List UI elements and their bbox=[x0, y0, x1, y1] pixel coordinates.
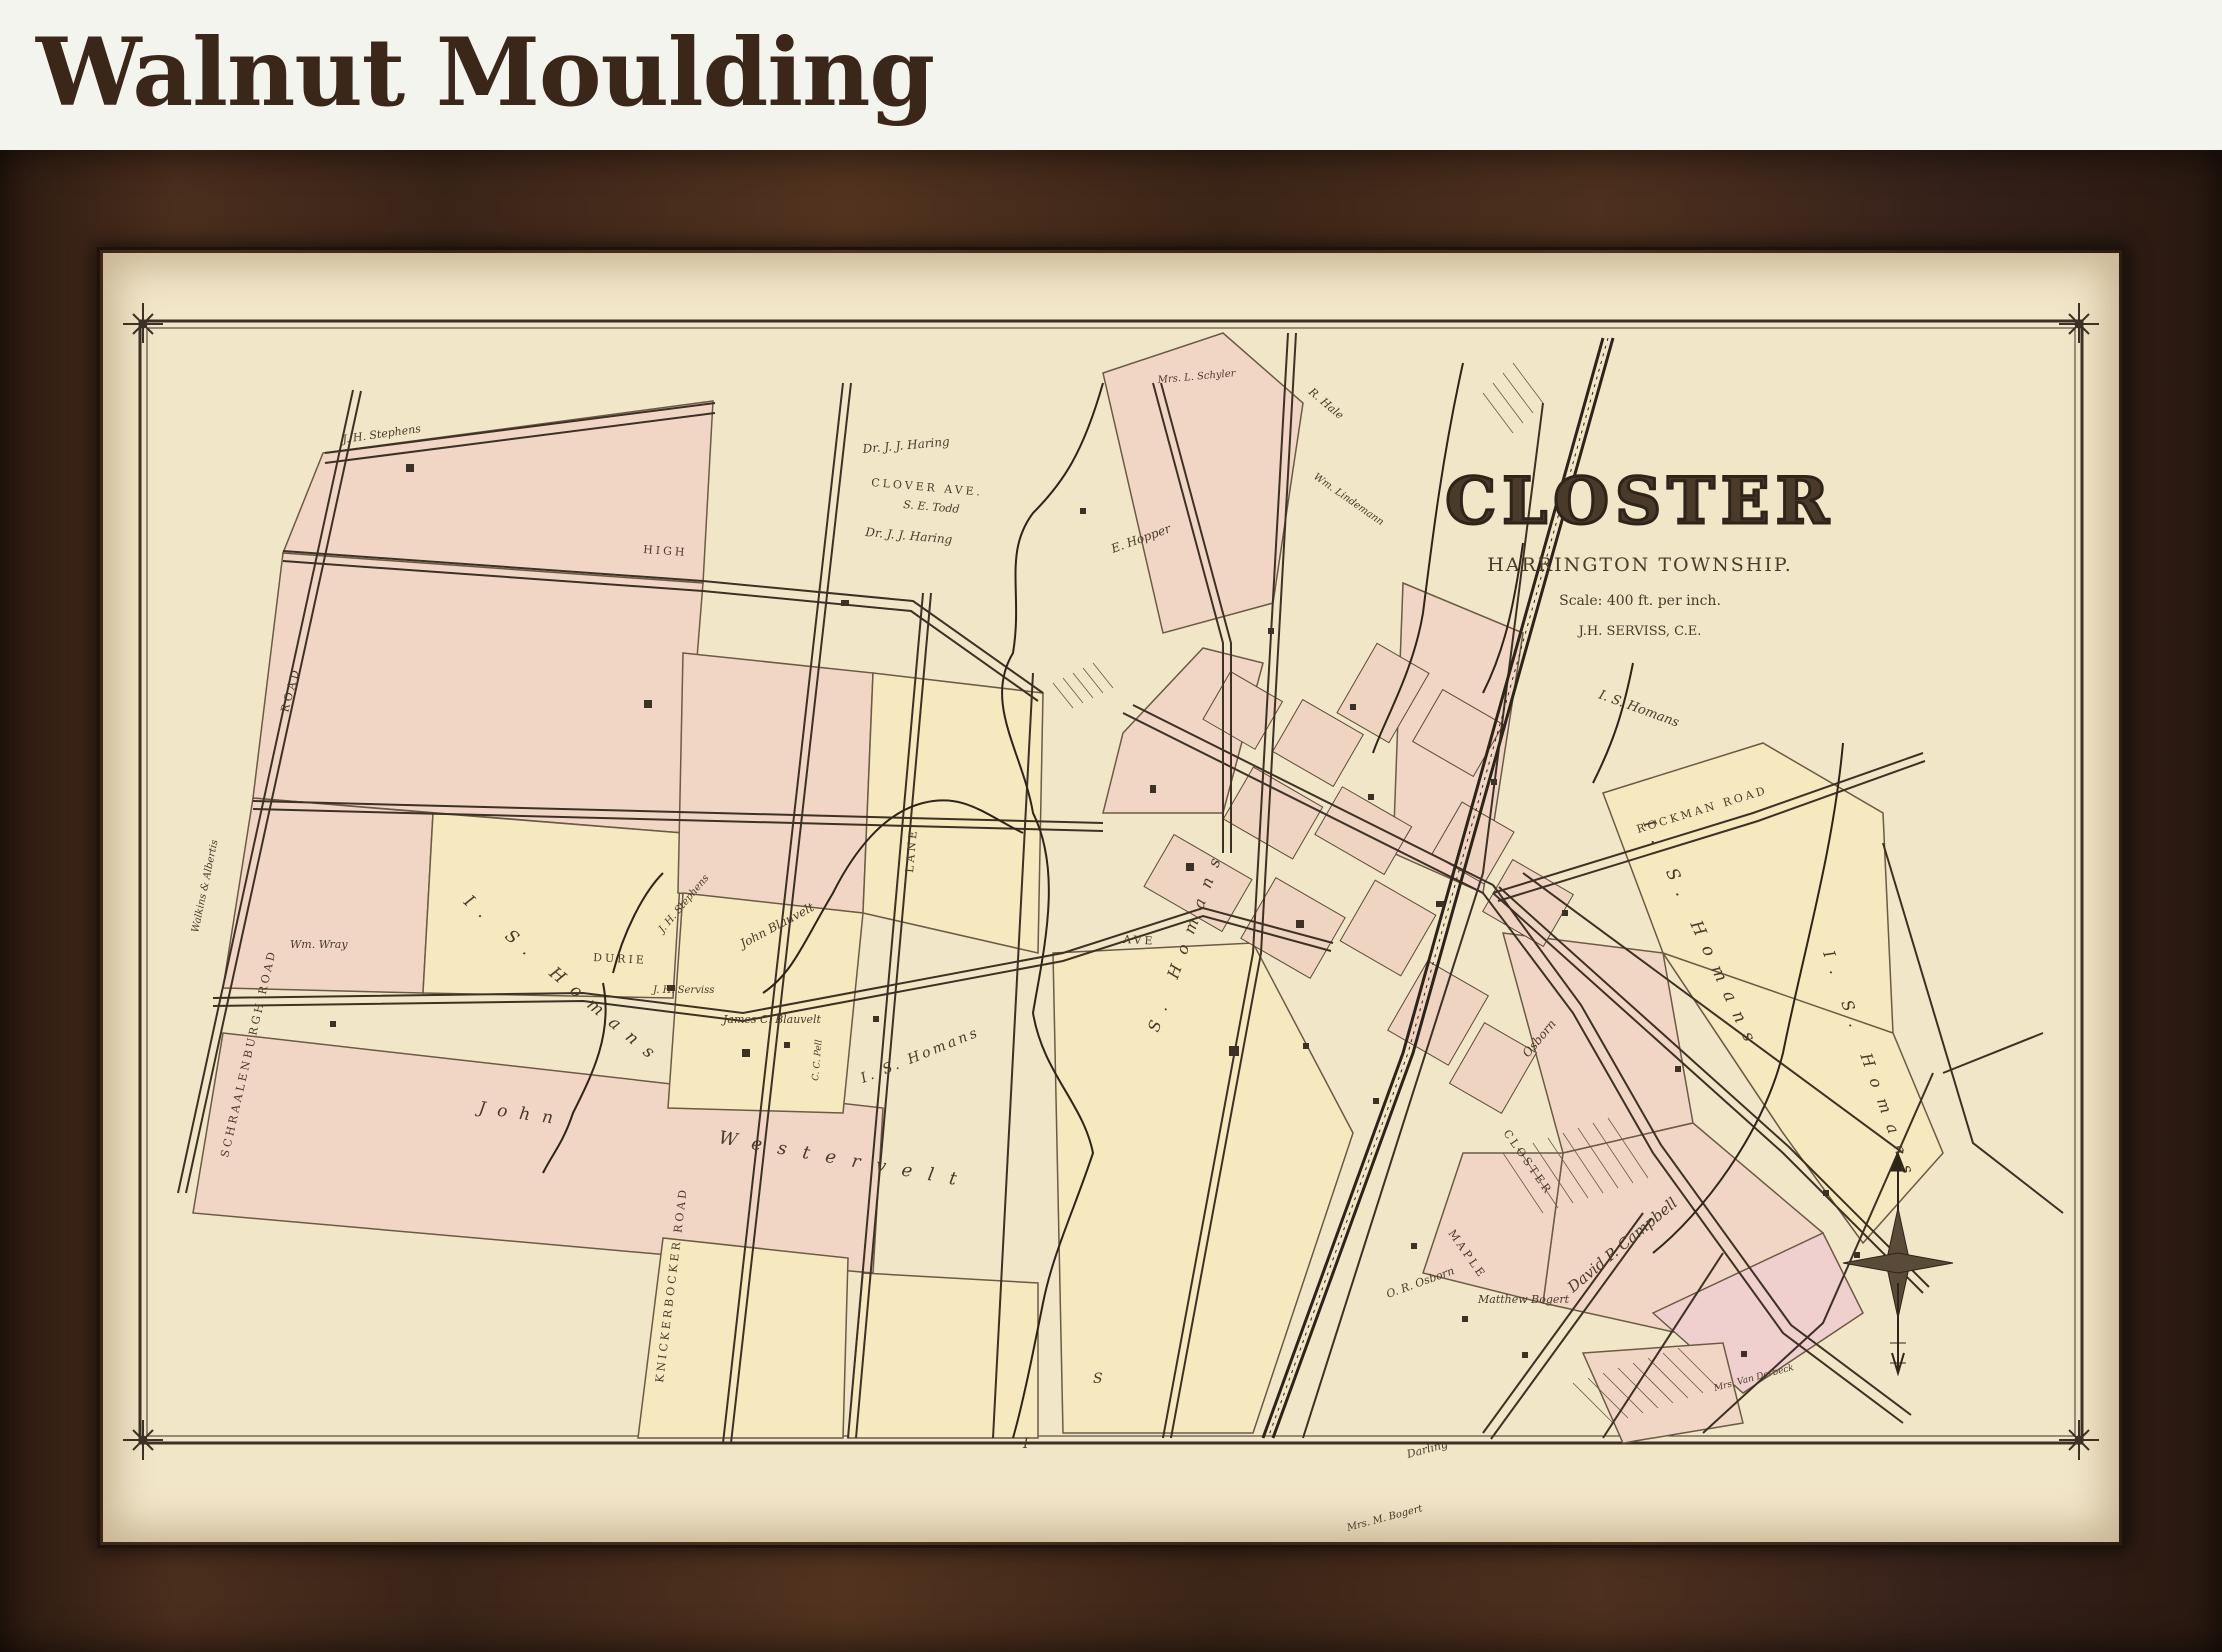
owner-label: Wm. Lindemann bbox=[1311, 471, 1385, 528]
owner-label: Walkins & Albertis bbox=[190, 839, 220, 934]
owner-label: J. H. Serviss bbox=[651, 985, 714, 996]
map-subtitle: HARRINGTON TOWNSHIP. bbox=[1487, 554, 1793, 576]
owner-label: Darling bbox=[1404, 1438, 1449, 1462]
map-author: J.H. SERVISS, C.E. bbox=[1577, 624, 1702, 639]
walnut-frame: CLOSTER HARRINGTON TOWNSHIP. Scale: 400 … bbox=[0, 150, 2222, 1652]
page-header: Walnut Moulding bbox=[0, 0, 2222, 150]
road-label-ave: AVE bbox=[1122, 933, 1156, 948]
owner-label: S bbox=[1093, 1371, 1103, 1387]
closter-map: CLOSTER HARRINGTON TOWNSHIP. Scale: 400 … bbox=[123, 303, 2099, 1534]
road-label-clover-ave: CLOVER AVE. bbox=[871, 476, 984, 499]
owner-label: R. Hale bbox=[1305, 385, 1346, 423]
owner-label: Dr. J. J. Haring bbox=[861, 434, 950, 456]
map-title: CLOSTER bbox=[1445, 464, 1835, 539]
map-scale: Scale: 400 ft. per inch. bbox=[1559, 593, 1721, 609]
owner-label: O. R. Osborn bbox=[1385, 1264, 1456, 1301]
map-title-block: CLOSTER HARRINGTON TOWNSHIP. Scale: 400 … bbox=[1444, 463, 1835, 640]
map-print: CLOSTER HARRINGTON TOWNSHIP. Scale: 400 … bbox=[103, 253, 2119, 1542]
moulding-title: Walnut Moulding bbox=[36, 18, 935, 128]
owner-label: James C. Blauvelt bbox=[721, 1013, 822, 1026]
owner-label: Matthew Bogert bbox=[1477, 1293, 1570, 1306]
owner-label: Dr. J. J. Haring bbox=[864, 525, 953, 547]
owner-label: S. E. Todd bbox=[903, 498, 960, 516]
owner-label: Mrs. M. Bogert bbox=[1345, 1503, 1425, 1534]
owner-label: I. S. Homans bbox=[1596, 687, 1682, 730]
owner-label: I. S. Homans bbox=[858, 1024, 983, 1087]
owner-label: Wm. Wray bbox=[290, 938, 348, 951]
owner-label: I bbox=[1022, 1436, 1029, 1452]
